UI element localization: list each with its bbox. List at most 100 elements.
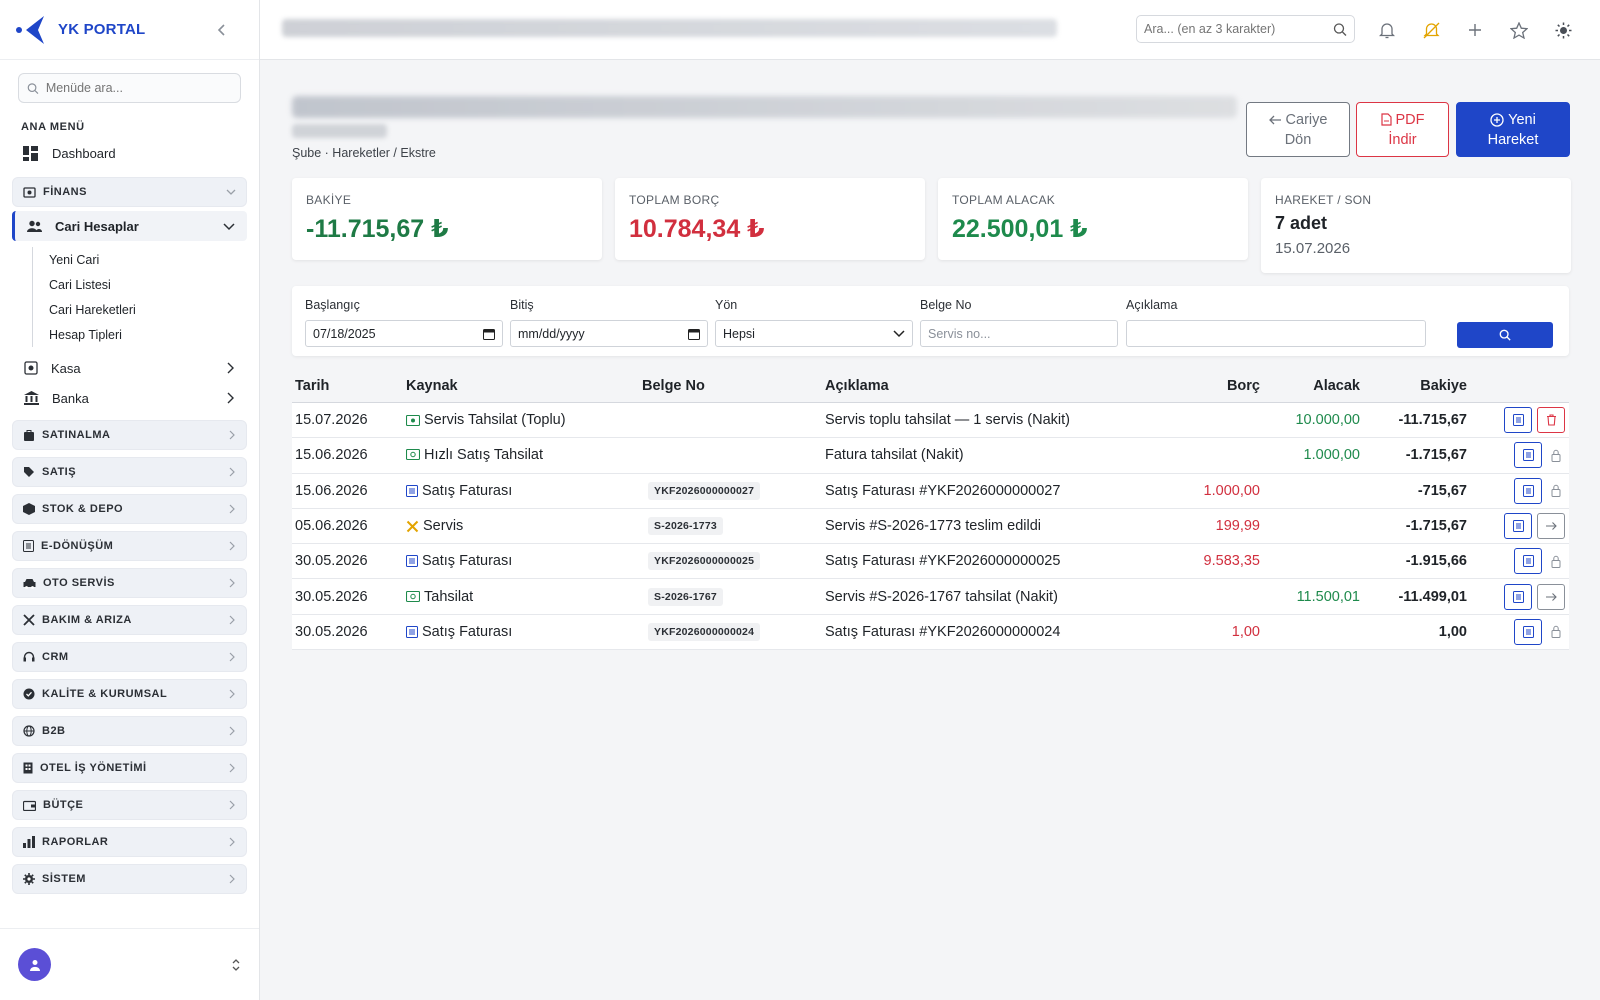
sidebar-section-oto-servis[interactable]: OTO SERVİS xyxy=(12,568,247,598)
sidebar-section-finans[interactable]: FİNANS xyxy=(12,177,247,207)
doc-no-input[interactable]: Servis no... xyxy=(920,320,1118,347)
cell-desc: Satış Faturası #YKF2026000000027 xyxy=(825,482,1061,499)
chevron-right-icon xyxy=(227,362,234,374)
lock-icon xyxy=(1547,548,1565,575)
sidebar-section-satinalma[interactable]: SATINALMA xyxy=(12,420,247,450)
table-header: Tarih Kaynak Belge No Açıklama Borç Alac… xyxy=(292,370,1569,403)
column-header[interactable]: Bakiye xyxy=(1360,378,1467,394)
page-title-code xyxy=(292,124,387,138)
sidebar-section-stok-depo[interactable]: STOK & DEPO xyxy=(12,494,247,524)
column-header[interactable]: Borç xyxy=(1125,378,1260,394)
button-label: Hareket xyxy=(1487,131,1539,148)
global-search-input[interactable] xyxy=(1144,22,1334,36)
star-icon[interactable] xyxy=(1507,18,1531,42)
back-to-cari-button[interactable]: Cariye Dön xyxy=(1246,102,1350,157)
view-document-button[interactable] xyxy=(1504,407,1532,434)
cell-desc: Fatura tahsilat (Nakit) xyxy=(825,447,964,464)
column-header[interactable]: Kaynak xyxy=(406,378,642,394)
sidebar-item-dashboard[interactable]: Dashboard xyxy=(12,139,247,167)
sidebar-section-butce[interactable]: BÜTÇE xyxy=(12,790,247,820)
global-search[interactable] xyxy=(1136,15,1355,43)
cell-date: 05.06.2026 xyxy=(295,518,368,535)
calendar-icon[interactable] xyxy=(483,328,495,340)
menu-search[interactable] xyxy=(18,73,241,103)
column-header[interactable]: Tarih xyxy=(292,378,406,394)
doc-badge: S-2026-1767 xyxy=(648,587,723,606)
filter-desc: Açıklama xyxy=(1126,298,1426,347)
direction-select[interactable]: Hepsi xyxy=(715,320,913,347)
headset-icon xyxy=(23,651,35,662)
delete-button[interactable] xyxy=(1537,407,1565,434)
cash-icon xyxy=(406,414,420,426)
new-transaction-button[interactable]: Yeni Hareket xyxy=(1456,102,1570,157)
user-icon xyxy=(29,959,40,971)
column-header[interactable]: Belge No xyxy=(642,378,825,394)
view-document-button[interactable] xyxy=(1514,548,1542,575)
sidebar-subitem-hesap-tipleri[interactable]: Hesap Tipleri xyxy=(49,322,259,347)
button-label: İndir xyxy=(1388,131,1417,148)
go-to-record-button[interactable] xyxy=(1537,583,1565,610)
bell-icon[interactable] xyxy=(1375,18,1399,42)
cell-borc: 9.583,35 xyxy=(1203,553,1260,570)
plus-icon[interactable] xyxy=(1463,18,1487,42)
sidebar-item-cari-hesaplar[interactable]: Cari Hesaplar xyxy=(12,211,247,241)
column-header[interactable]: Açıklama xyxy=(825,378,1125,394)
chevrons-up-down-icon[interactable] xyxy=(231,958,241,972)
sidebar-item-kasa[interactable]: Kasa xyxy=(12,353,247,383)
sidebar-section-b2b[interactable]: B2B xyxy=(12,716,247,746)
lock-icon xyxy=(1547,618,1565,645)
sidebar-item-banka[interactable]: Banka xyxy=(12,383,247,413)
view-document-button[interactable] xyxy=(1504,513,1532,540)
globe-icon xyxy=(23,725,35,737)
end-date-input[interactable]: mm/dd/yyyy xyxy=(510,320,708,347)
cell-alacak: 10.000,00 xyxy=(1295,412,1360,429)
sidebar-section-sistem[interactable]: SİSTEM xyxy=(12,864,247,894)
bell-off-icon[interactable] xyxy=(1419,18,1443,42)
user-menu[interactable] xyxy=(0,928,259,1000)
view-document-button[interactable] xyxy=(1514,477,1542,504)
filter-label: Açıklama xyxy=(1126,298,1178,312)
view-document-button[interactable] xyxy=(1514,442,1542,469)
search-icon[interactable] xyxy=(1333,22,1347,37)
chevron-right-icon xyxy=(229,615,235,625)
description-input[interactable] xyxy=(1126,320,1426,347)
sidebar-section-raporlar[interactable]: RAPORLAR xyxy=(12,827,247,857)
pdf-download-button[interactable]: PDF İndir xyxy=(1356,102,1449,157)
collapse-sidebar-icon[interactable] xyxy=(209,17,235,43)
source-label: Satış Faturası xyxy=(422,482,513,499)
filter-end: Bitiş mm/dd/yyyy xyxy=(510,298,708,347)
start-date-input[interactable]: 07/18/2025 xyxy=(305,320,503,347)
card-value: 22.500,01 ₺ xyxy=(952,215,1088,243)
search-icon xyxy=(1499,329,1511,341)
avatar[interactable] xyxy=(18,948,51,981)
car-icon xyxy=(23,578,36,589)
row-actions xyxy=(1467,477,1569,504)
column-header[interactable]: Alacak xyxy=(1260,378,1360,394)
calendar-icon[interactable] xyxy=(688,328,700,340)
filter-label: Başlangıç xyxy=(305,298,360,312)
cell-desc: Servis #S-2026-1773 teslim edildi xyxy=(825,518,1041,535)
sidebar-subitem-cari-listesi[interactable]: Cari Listesi xyxy=(49,272,259,297)
sidebar-section-crm[interactable]: CRM xyxy=(12,642,247,672)
card-date: 15.07.2026 xyxy=(1275,240,1351,257)
view-document-button[interactable] xyxy=(1514,618,1542,645)
invoice-icon xyxy=(406,555,418,568)
breadcrumb xyxy=(282,19,1057,37)
row-actions xyxy=(1467,618,1569,645)
theme-sun-icon[interactable] xyxy=(1551,18,1575,42)
sidebar-subitem-cari-hareketleri[interactable]: Cari Hareketleri xyxy=(49,297,259,322)
document-icon xyxy=(1522,625,1534,638)
sidebar-section-otel[interactable]: OTEL İŞ YÖNETİMİ xyxy=(12,753,247,783)
sidebar-section-satis[interactable]: SATIŞ xyxy=(12,457,247,487)
go-to-record-button[interactable] xyxy=(1537,513,1565,540)
sidebar-section-kalite-kurumsal[interactable]: KALİTE & KURUMSAL xyxy=(12,679,247,709)
menu-search-input[interactable] xyxy=(45,81,232,95)
sidebar-subitem-yeni-cari[interactable]: Yeni Cari xyxy=(49,247,259,272)
lock-icon xyxy=(1547,477,1565,504)
view-document-button[interactable] xyxy=(1504,583,1532,610)
sidebar-section-bakim-ariza[interactable]: BAKIM & ARIZA xyxy=(12,605,247,635)
filter-search-button[interactable] xyxy=(1457,322,1553,348)
section-label: SATIŞ xyxy=(42,466,77,478)
chevron-right-icon xyxy=(229,541,235,551)
sidebar-section-e-donusum[interactable]: E-DÖNÜŞÜM xyxy=(12,531,247,561)
